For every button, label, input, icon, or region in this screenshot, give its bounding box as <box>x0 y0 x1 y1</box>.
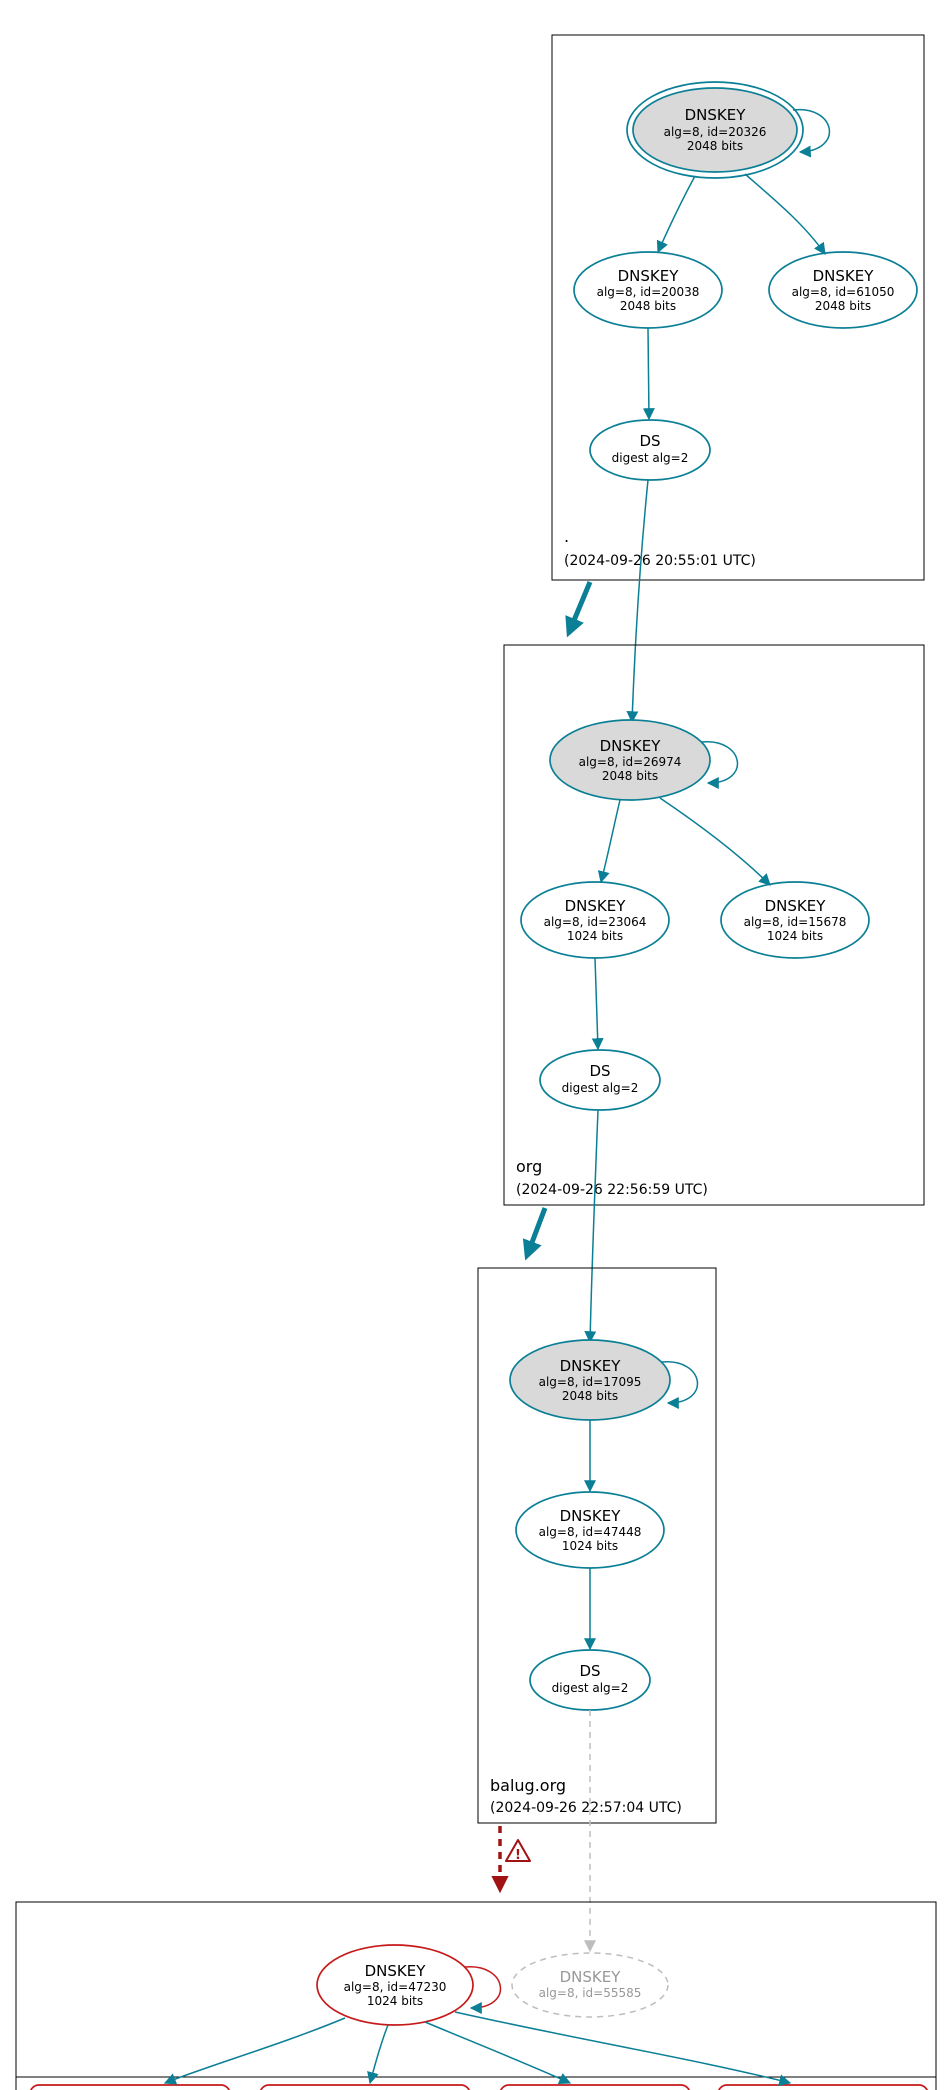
node-balug-ds: DS digest alg=2 <box>530 1650 650 1710</box>
dnssec-chain-diagram: . (2024-09-26 20:55:01 UTC) DNSKEY alg=8… <box>0 0 952 2090</box>
svg-text:DNSKEY: DNSKEY <box>560 1968 622 1986</box>
edge-org-ksk-to-zsk2 <box>660 798 770 885</box>
edge-root-to-org-thick <box>570 582 590 630</box>
edge-zsk-to-aaaa <box>455 2012 790 2083</box>
svg-text:DNSKEY: DNSKEY <box>560 1507 622 1525</box>
node-root-ds: DS digest alg=2 <box>590 420 710 480</box>
node-balug-zsk-47448: DNSKEY alg=8, id=47448 1024 bits <box>516 1492 664 1568</box>
edge-root-ds-to-org-ksk <box>632 480 648 722</box>
edge-root-ksk-to-zsk2 <box>745 174 825 254</box>
node-org-ksk: DNSKEY alg=8, id=26974 2048 bits <box>550 720 710 800</box>
svg-text:alg=8, id=26974: alg=8, id=26974 <box>579 755 682 769</box>
svg-text:DS: DS <box>639 432 660 450</box>
zone-box-target-outer <box>16 1902 936 2090</box>
edge-org-ksk-to-zsk1 <box>601 800 620 882</box>
svg-text:alg=8, id=61050: alg=8, id=61050 <box>792 285 895 299</box>
rr-soa <box>260 2085 470 2090</box>
svg-text:DS: DS <box>579 1662 600 1680</box>
svg-text:DNSKEY: DNSKEY <box>765 897 827 915</box>
node-org-ds: DS digest alg=2 <box>540 1050 660 1110</box>
edge-zsk-to-soa <box>370 2025 388 2083</box>
svg-text:DNSKEY: DNSKEY <box>618 267 680 285</box>
rr-a <box>500 2085 690 2090</box>
svg-text:alg=8, id=20326: alg=8, id=20326 <box>664 125 767 139</box>
svg-text:1024 bits: 1024 bits <box>367 1994 423 2008</box>
svg-text:2048 bits: 2048 bits <box>562 1389 618 1403</box>
node-target-zsk-47230: DNSKEY alg=8, id=47230 1024 bits <box>317 1945 473 2025</box>
svg-text:DNSKEY: DNSKEY <box>813 267 875 285</box>
rr-aaaa <box>718 2085 928 2090</box>
svg-text:alg=8, id=55585: alg=8, id=55585 <box>539 1986 642 2000</box>
svg-text:alg=8, id=15678: alg=8, id=15678 <box>744 915 847 929</box>
zone-box-target <box>16 1902 936 2077</box>
svg-text:DS: DS <box>589 1062 610 1080</box>
svg-text:DNSKEY: DNSKEY <box>365 1962 427 1980</box>
svg-text:digest alg=2: digest alg=2 <box>562 1081 639 1095</box>
zone-name-root: . <box>564 527 569 546</box>
svg-text:2048 bits: 2048 bits <box>815 299 871 313</box>
svg-text:alg=8, id=17095: alg=8, id=17095 <box>539 1375 642 1389</box>
svg-text:digest alg=2: digest alg=2 <box>552 1681 629 1695</box>
node-root-zsk-20038: DNSKEY alg=8, id=20038 2048 bits <box>574 252 722 328</box>
svg-text:1024 bits: 1024 bits <box>767 929 823 943</box>
svg-text:alg=8, id=47448: alg=8, id=47448 <box>539 1525 642 1539</box>
edge-org-zsk1-to-ds <box>595 958 598 1049</box>
svg-text:2048 bits: 2048 bits <box>602 769 658 783</box>
svg-text:DNSKEY: DNSKEY <box>685 106 747 124</box>
node-root-zsk-61050: DNSKEY alg=8, id=61050 2048 bits <box>769 252 917 328</box>
rr-ns <box>30 2085 230 2090</box>
svg-text:DNSKEY: DNSKEY <box>565 897 627 915</box>
edge-root-ksk-to-zsk1 <box>658 176 695 252</box>
svg-text:alg=8, id=47230: alg=8, id=47230 <box>344 1980 447 1994</box>
svg-text:2048 bits: 2048 bits <box>620 299 676 313</box>
svg-text:alg=8, id=20038: alg=8, id=20038 <box>597 285 700 299</box>
svg-text:1024 bits: 1024 bits <box>562 1539 618 1553</box>
edge-root-zsk1-to-ds <box>648 328 649 419</box>
svg-text:alg=8, id=23064: alg=8, id=23064 <box>544 915 647 929</box>
zone-name-org: org <box>516 1157 542 1176</box>
node-target-ghost-55585: DNSKEY alg=8, id=55585 <box>512 1953 668 2017</box>
zone-ts-root: (2024-09-26 20:55:01 UTC) <box>564 553 756 569</box>
node-root-ksk: DNSKEY alg=8, id=20326 2048 bits <box>627 82 803 178</box>
zone-ts-balug: (2024-09-26 22:57:04 UTC) <box>490 1800 682 1816</box>
svg-text:DNSKEY: DNSKEY <box>560 1357 622 1375</box>
svg-text:1024 bits: 1024 bits <box>567 929 623 943</box>
node-org-zsk-23064: DNSKEY alg=8, id=23064 1024 bits <box>521 882 669 958</box>
svg-text:DNSKEY: DNSKEY <box>600 737 662 755</box>
node-balug-ksk: DNSKEY alg=8, id=17095 2048 bits <box>510 1340 670 1420</box>
svg-text:2048 bits: 2048 bits <box>687 139 743 153</box>
zone-name-balug: balug.org <box>490 1776 566 1795</box>
edge-zsk-to-ns <box>165 2018 345 2083</box>
svg-text:digest alg=2: digest alg=2 <box>612 451 689 465</box>
warning-icon: ! <box>506 1840 530 1863</box>
zone-ts-org: (2024-09-26 22:56:59 UTC) <box>516 1182 708 1198</box>
svg-text:!: ! <box>515 1848 521 1863</box>
edge-org-ds-to-balug-ksk <box>590 1110 598 1342</box>
edge-org-to-balug-thick <box>528 1208 545 1253</box>
node-org-zsk-15678: DNSKEY alg=8, id=15678 1024 bits <box>721 882 869 958</box>
